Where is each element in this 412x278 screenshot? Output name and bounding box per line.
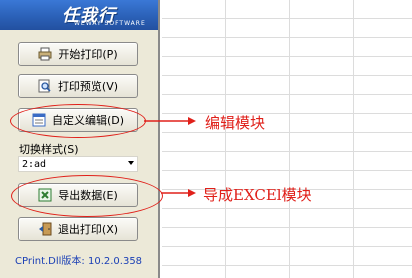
- print-preview-button[interactable]: 打印预览(V): [18, 74, 138, 98]
- exit-print-button[interactable]: 退出打印(X): [18, 217, 138, 241]
- start-print-button[interactable]: 开始打印(P): [18, 42, 138, 66]
- switch-style-select[interactable]: 2:ad: [18, 156, 138, 172]
- switch-style-value: 2:ad: [22, 158, 47, 170]
- edit-highlight-oval: [10, 104, 146, 138]
- edit-module-annotation: 编辑模块: [205, 114, 266, 132]
- export-module-annotation: 导成EXCEl模块: [203, 186, 312, 204]
- exit-print-label: 退出打印(X): [57, 223, 119, 236]
- preview-magnifier-icon: [38, 79, 52, 93]
- chevron-down-icon[interactable]: [128, 161, 134, 165]
- start-print-label: 开始打印(P): [58, 48, 118, 61]
- print-preview-label: 打印预览(V): [57, 80, 119, 93]
- logo-subtitle: WEWAY SOFTWARE: [74, 20, 146, 27]
- printer-icon: [38, 47, 52, 61]
- exit-door-icon: [38, 222, 52, 236]
- switch-style-label: 切换样式(S): [19, 143, 79, 156]
- print-control-panel: 任我行 WEWAY SOFTWARE 开始打印(P) 打印预览(V) 自定义编辑…: [0, 0, 160, 278]
- version-label: CPrint.Dll版本: 10.2.0.358: [15, 256, 143, 267]
- export-highlight-oval: [11, 175, 163, 217]
- logo-bar: 任我行 WEWAY SOFTWARE: [0, 0, 158, 30]
- spreadsheet-grid[interactable]: [162, 0, 412, 278]
